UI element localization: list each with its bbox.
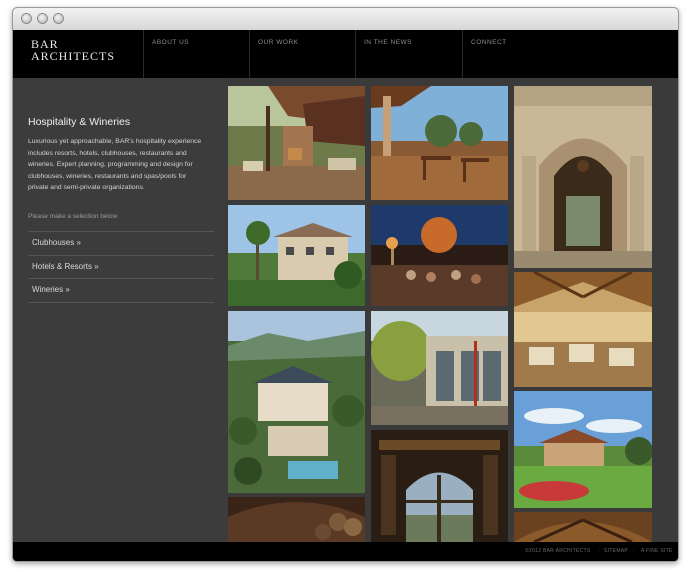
photo-timber-ceiling[interactable] — [514, 512, 652, 542]
website: BAR ARCHITECTS ABOUT US OUR WORK IN THE … — [13, 30, 678, 561]
section-title: Hospitality & Wineries — [28, 116, 131, 128]
footer-separator: · — [599, 548, 601, 554]
photo-wine-cellar[interactable] — [228, 497, 365, 542]
window-titlebar — [13, 8, 678, 31]
minimize-window-button[interactable] — [37, 13, 48, 24]
photo-grid — [227, 78, 678, 542]
credit-link[interactable]: A FINE SITE — [641, 548, 673, 554]
nav-connect[interactable]: CONNECT — [462, 30, 573, 78]
site-header: BAR ARCHITECTS ABOUT US OUR WORK IN THE … — [13, 30, 678, 78]
photo-outdoor-dining-terrace[interactable] — [371, 86, 508, 200]
nav-our-work[interactable]: OUR WORK — [249, 30, 356, 78]
logo[interactable]: BAR ARCHITECTS — [31, 38, 115, 62]
nav-label: CONNECT — [471, 39, 507, 46]
nav-label: OUR WORK — [258, 39, 299, 46]
photo-modern-clubhouse[interactable] — [371, 311, 508, 425]
photo-arched-window-view[interactable] — [371, 430, 508, 542]
nav-label: IN THE NEWS — [364, 39, 412, 46]
close-window-button[interactable] — [21, 13, 32, 24]
photo-evening-dinner-party[interactable] — [371, 205, 508, 306]
browser-window: BAR ARCHITECTS ABOUT US OUR WORK IN THE … — [12, 7, 679, 562]
nav-about-us[interactable]: ABOUT US — [143, 30, 250, 78]
site-footer: ©2012 BAR ARCHITECTS · SITEMAP · A FINE … — [13, 542, 678, 561]
photo-winery-patio-lounge[interactable] — [228, 86, 365, 200]
copyright-text: ©2012 BAR ARCHITECTS — [525, 548, 591, 554]
footer-separator: · — [633, 548, 635, 554]
photo-stone-arch-entrance[interactable] — [514, 86, 652, 268]
sitemap-link[interactable]: SITEMAP — [604, 548, 628, 554]
section-description: Luxurious yet approachable, BAR's hospit… — [28, 138, 202, 191]
menu-item-wineries[interactable]: Wineries » — [28, 279, 214, 303]
logo-line-2: ARCHITECTS — [31, 49, 116, 63]
photo-golf-clubhouse[interactable] — [514, 391, 652, 508]
menu-item-clubhouses[interactable]: Clubhouses » — [28, 232, 214, 256]
nav-in-the-news[interactable]: IN THE NEWS — [355, 30, 463, 78]
photo-dining-hall[interactable] — [514, 272, 652, 387]
category-menu: Clubhouses » Hotels & Resorts » Wineries… — [28, 231, 214, 303]
photo-hotel-palms[interactable] — [228, 205, 365, 306]
nav-label: ABOUT US — [152, 39, 190, 46]
zoom-window-button[interactable] — [53, 13, 64, 24]
category-sidebar: Hospitality & Wineries Luxurious yet app… — [13, 78, 227, 542]
menu-item-hotels-resorts[interactable]: Hotels & Resorts » — [28, 256, 214, 279]
photo-resort-aerial[interactable] — [228, 311, 365, 493]
selection-prompt: Please make a selection below — [28, 213, 118, 220]
